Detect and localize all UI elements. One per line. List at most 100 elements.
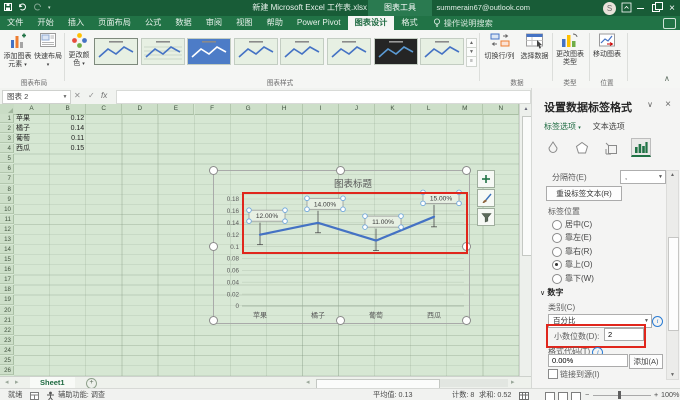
chart-selection-handle-1[interactable] [209, 166, 218, 175]
insert-function-icon[interactable]: fx [101, 88, 107, 104]
radio-靠左(E)[interactable] [552, 233, 562, 243]
row-header-23[interactable]: 23 [0, 336, 14, 345]
row-header-20[interactable]: 20 [0, 306, 14, 315]
number-section-header[interactable]: ∨ 数字 [540, 287, 563, 298]
pane-scroll-down-icon[interactable]: ▼ [667, 372, 678, 378]
radio-靠下(W)[interactable] [552, 274, 562, 284]
tab-text-options[interactable]: 文本选项 [593, 121, 625, 132]
column-header-H[interactable]: H [267, 104, 303, 115]
move-chart-button[interactable]: 移动图表 [591, 32, 623, 59]
row-header-3[interactable]: 3 [0, 134, 14, 143]
tab-格式[interactable]: 格式 [394, 16, 424, 30]
row-header-17[interactable]: 17 [0, 275, 14, 284]
column-header-K[interactable]: K [375, 104, 411, 115]
tab-数据[interactable]: 数据 [168, 16, 198, 30]
page-layout-view-button[interactable] [558, 392, 568, 400]
row-header-8[interactable]: 8 [0, 185, 14, 194]
chart-selection-handle-8[interactable] [462, 316, 471, 325]
chart-selection-handle-4[interactable] [209, 242, 218, 251]
zoom-out-button[interactable]: − [585, 389, 589, 400]
radio-靠上(O)[interactable] [552, 260, 562, 270]
minimize-button[interactable] [632, 0, 648, 16]
page-break-view-button[interactable] [571, 392, 581, 400]
tab-文件[interactable]: 文件 [0, 16, 30, 30]
chart-selection-handle-7[interactable] [336, 316, 345, 325]
restore-button[interactable] [648, 0, 664, 16]
tab-label-options[interactable]: 标签选项 ▾ [544, 121, 581, 132]
collapse-ribbon-icon[interactable]: ∧ [664, 74, 670, 83]
pane-scrollbar[interactable]: ▲ ▼ [666, 170, 679, 380]
column-header-J[interactable]: J [339, 104, 375, 115]
chart-elements-button[interactable] [477, 170, 495, 188]
avatar[interactable]: S [603, 2, 616, 15]
reset-label-text-button[interactable]: 重设标签文本(R) [546, 186, 622, 201]
cell-A3[interactable]: 葡萄 [14, 134, 48, 144]
chart-style-thumb-7[interactable] [374, 38, 418, 65]
row-header-16[interactable]: 16 [0, 265, 14, 274]
comment-icon[interactable] [663, 18, 676, 29]
sheet-grid[interactable]: ABCDEFGHIJKLMN 1234567891011121314151617… [0, 104, 531, 376]
switch-row-column-button[interactable]: 切换行/列 [482, 32, 517, 61]
pane-close-icon[interactable]: × [665, 99, 671, 110]
save-icon[interactable] [4, 3, 12, 13]
separator-dropdown[interactable]: ,▼ [620, 170, 666, 184]
column-header-N[interactable]: N [483, 104, 519, 115]
row-header-14[interactable]: 14 [0, 245, 14, 254]
cell-B4[interactable]: 0.15 [50, 144, 84, 154]
radio-靠右(R)[interactable] [552, 247, 562, 257]
row-header-22[interactable]: 22 [0, 326, 14, 335]
chart-filters-button[interactable] [477, 208, 495, 226]
zoom-in-button[interactable]: + [654, 389, 658, 400]
macro-record-icon[interactable] [30, 392, 39, 400]
column-header-D[interactable]: D [122, 104, 158, 115]
select-data-button[interactable]: 选择数据 [518, 32, 551, 61]
ribbon-display-options-icon[interactable] [621, 2, 632, 15]
row-header-13[interactable]: 13 [0, 235, 14, 244]
category-info-icon[interactable]: i [652, 316, 663, 327]
pane-chevron-icon[interactable]: ∨ [647, 100, 653, 109]
add-chart-element-button[interactable]: 添加图表元素 ▾ [2, 32, 33, 69]
radio-居中(C)[interactable] [552, 220, 562, 230]
row-header-25[interactable]: 25 [0, 356, 14, 365]
column-header-C[interactable]: C [86, 104, 122, 115]
format-code-input[interactable] [548, 354, 628, 367]
row-header-15[interactable]: 15 [0, 255, 14, 264]
tab-公式[interactable]: 公式 [138, 16, 168, 30]
accessibility-status[interactable]: 辅助功能: 调查 [58, 389, 105, 400]
qat-customize-icon[interactable]: ▾ [48, 5, 51, 11]
scroll-up-icon[interactable]: ▲ [520, 104, 531, 114]
row-header-24[interactable]: 24 [0, 346, 14, 355]
link-to-source-checkbox[interactable] [548, 369, 558, 379]
normal-view-button[interactable] [545, 392, 555, 400]
gallery-more[interactable]: ≡ [466, 56, 477, 67]
column-header-E[interactable]: E [158, 104, 194, 115]
vertical-scrollbar-thumb[interactable] [522, 116, 532, 256]
row-header-9[interactable]: 9 [0, 195, 14, 204]
view-shortcuts-icon[interactable] [519, 392, 529, 400]
fill-line-icon[interactable] [544, 140, 562, 156]
vertical-scrollbar[interactable]: ▲ [519, 104, 531, 376]
cell-B1[interactable]: 0.12 [50, 114, 84, 124]
cell-A4[interactable]: 西瓜 [14, 144, 48, 154]
row-header-12[interactable]: 12 [0, 225, 14, 234]
tab-Power Pivot[interactable]: Power Pivot [290, 16, 348, 30]
cancel-icon[interactable]: ✕ [74, 88, 81, 104]
row-header-10[interactable]: 10 [0, 205, 14, 214]
row-header-2[interactable]: 2 [0, 124, 14, 133]
tab-插入[interactable]: 插入 [61, 16, 91, 30]
undo-icon[interactable] [18, 3, 27, 13]
quick-layout-button[interactable]: 快速布局▾ [34, 32, 62, 69]
pane-scrollbar-thumb[interactable] [668, 237, 679, 331]
tab-页面布局[interactable]: 页面布局 [91, 16, 138, 30]
chart-styles-button[interactable] [477, 189, 495, 207]
name-box-dropdown-icon[interactable]: ▼ [60, 90, 71, 104]
pane-scroll-up-icon[interactable]: ▲ [667, 172, 678, 178]
chart-style-thumb-6[interactable] [327, 38, 371, 65]
add-format-button[interactable]: 添加(A) [629, 354, 663, 369]
chart-style-thumb-2[interactable] [141, 38, 185, 65]
column-header-G[interactable]: G [231, 104, 267, 115]
row-header-4[interactable]: 4 [0, 144, 14, 153]
chart-selection-handle-2[interactable] [336, 166, 345, 175]
tab-开始[interactable]: 开始 [30, 16, 60, 30]
chart-style-thumb-8[interactable] [420, 38, 464, 65]
